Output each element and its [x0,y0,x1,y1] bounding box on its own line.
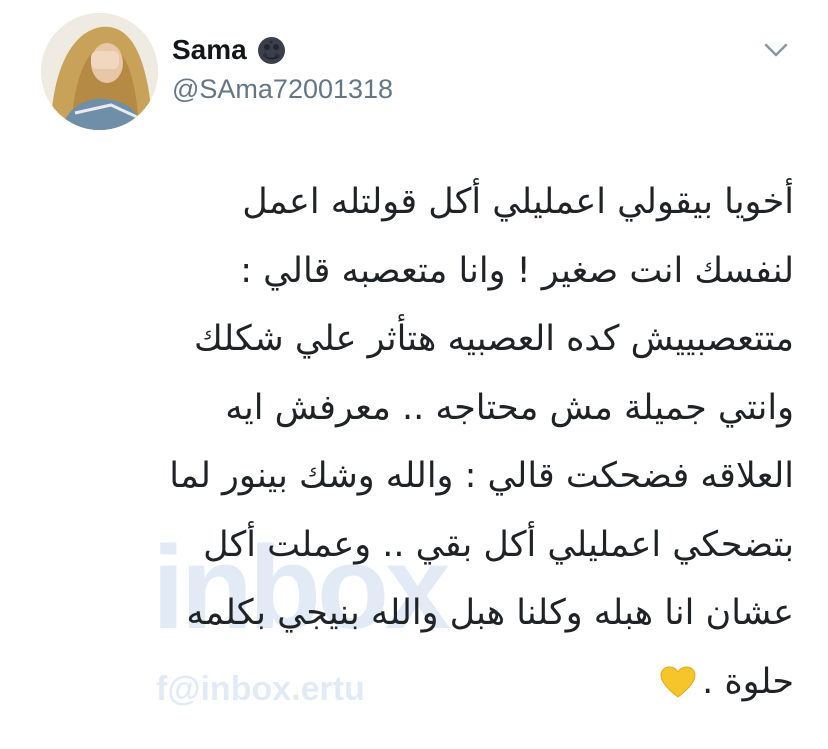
tweet-line: بتضحكي اعمليلي أكل بقي .. وعملت أكل [203,524,794,565]
tweet-last-line: حلوة . [30,648,794,717]
chevron-down-icon[interactable] [762,40,790,60]
avatar-photo [41,13,158,130]
avatar[interactable] [41,13,158,130]
user-handle[interactable]: @SAma72001318 [172,74,393,105]
tweet-line: متتعصبييش كده العصبيه هتأثر علي شكلك [193,319,794,359]
tweet-line-text: حلوة . [702,661,794,702]
yellow-heart-icon [660,654,696,698]
display-name[interactable]: Sama [172,34,247,66]
new-moon-face-icon [257,36,286,65]
tweet-line: لنفسك انت صغير ! وانا متعصبه قالي : [240,250,794,291]
tweet-line: العلاقه فضحكت قالي : والله وشك بينور لما [169,456,794,496]
tweet-line: أخويا بيقولي اعمليلي أكل قولتله اعمل [242,182,794,222]
user-names: Sama @SAma72001318 [172,32,393,105]
tweet-header: Sama @SAma72001318 [0,0,828,150]
tweet-line: وانتي جميلة مش محتاجه .. معرفش ايه [225,387,794,428]
tweet-line: عشان انا هبله وكلنا هبل والله بنيجي بكلم… [186,593,794,633]
tweet-text: أخويا بيقولي اعمليلي أكل قولتله اعمل لنف… [30,168,794,716]
